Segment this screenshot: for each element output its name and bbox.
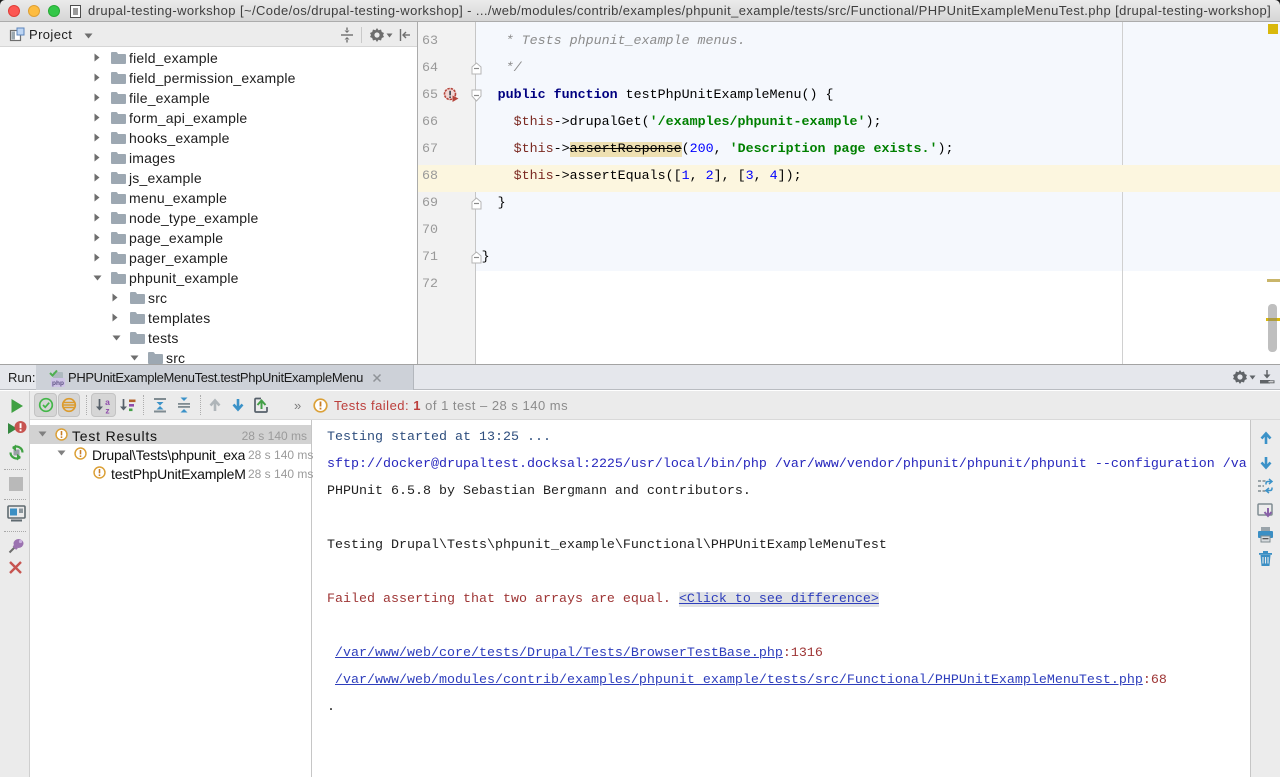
svg-text:z: z [105,406,109,415]
svg-text:php: php [52,380,64,387]
